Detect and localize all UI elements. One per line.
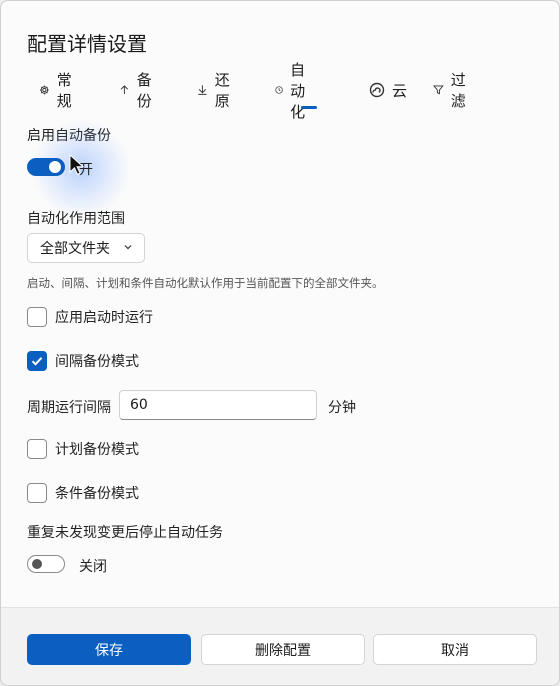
checkmark-icon	[31, 357, 43, 366]
chevron-down-icon	[124, 245, 132, 250]
interval-label: 周期运行间隔	[27, 400, 111, 416]
cancel-button[interactable]: 取消	[373, 634, 537, 665]
stop-on-no-change-toggle[interactable]	[27, 555, 65, 573]
scope-dropdown[interactable]: 全部文件夹	[27, 233, 145, 263]
tab-label: 云	[392, 81, 408, 100]
settings-dialog: 配置详情设置 常规 备份 还原 自动化 云 过滤 启用自动备份 开	[0, 0, 560, 686]
save-button[interactable]: 保存	[27, 634, 191, 665]
interval-unit: 分钟	[328, 400, 356, 416]
schedule-mode-label: 计划备份模式	[55, 442, 139, 458]
tab-filter[interactable]: 过滤	[433, 71, 471, 110]
tab-label: 过滤	[450, 71, 466, 110]
tab-backup[interactable]: 备份	[119, 71, 157, 110]
cloud-icon	[369, 82, 385, 98]
clock-icon	[275, 86, 283, 94]
dialog-footer: 保存 删除配置 取消	[1, 607, 559, 685]
auto-backup-toggle[interactable]	[27, 158, 65, 176]
interval-mode-checkbox[interactable]	[27, 351, 47, 371]
tab-label: 常规	[56, 71, 72, 110]
delete-config-button[interactable]: 删除配置	[201, 634, 365, 665]
interval-input[interactable]: 60	[119, 390, 317, 420]
gear-icon	[40, 85, 49, 95]
dialog-title: 配置详情设置	[27, 32, 147, 56]
condition-mode-label: 条件备份模式	[55, 486, 139, 502]
tab-label: 备份	[136, 71, 152, 110]
tab-cloud[interactable]: 云	[369, 75, 407, 105]
stop-on-no-change-label: 重复未发现变更后停止自动任务	[27, 525, 223, 541]
filter-icon	[433, 85, 444, 95]
scope-label: 自动化作用范围	[27, 211, 125, 227]
tab-general[interactable]: 常规	[39, 71, 77, 110]
interval-mode-label: 间隔备份模式	[55, 354, 139, 370]
toggle-knob	[32, 559, 42, 569]
tab-label: 还原	[214, 71, 230, 110]
scope-hint: 启动、间隔、计划和条件自动化默认作用于当前配置下的全部文件夹。	[27, 276, 384, 290]
arrow-down-icon	[198, 85, 207, 95]
scope-selected: 全部文件夹	[40, 241, 110, 257]
schedule-mode-checkbox[interactable]	[27, 439, 47, 459]
run-on-start-label: 应用启动时运行	[55, 310, 153, 326]
mouse-pointer-icon	[69, 154, 85, 175]
tab-automation[interactable]: 自动化	[275, 61, 313, 121]
stop-on-no-change-state: 关闭	[79, 559, 107, 575]
toggle-knob	[49, 161, 61, 173]
tab-label: 自动化	[290, 60, 306, 121]
condition-mode-checkbox[interactable]	[27, 483, 47, 503]
tab-restore[interactable]: 还原	[197, 71, 235, 110]
run-on-start-checkbox[interactable]	[27, 307, 47, 327]
active-tab-indicator	[301, 106, 317, 109]
arrow-up-icon	[120, 85, 129, 95]
